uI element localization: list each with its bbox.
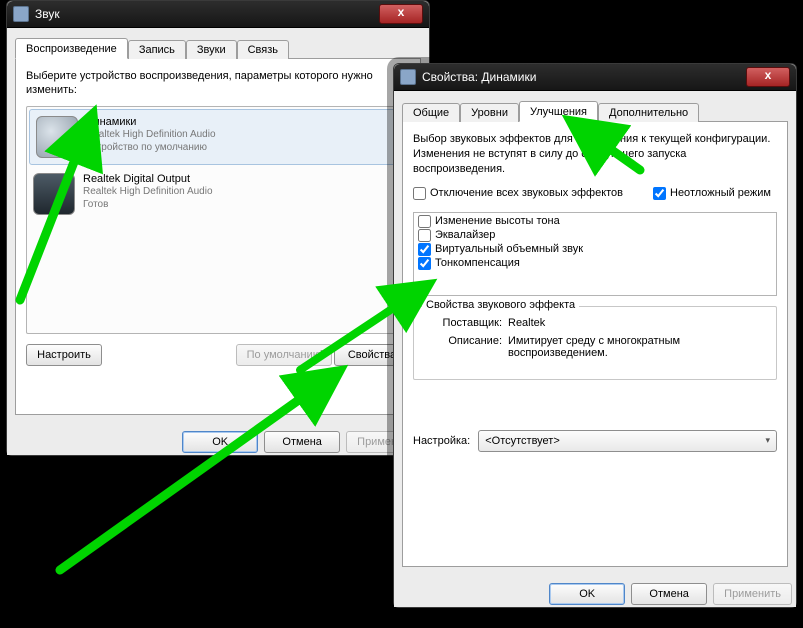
effect-equalizer[interactable]: Эквалайзер (416, 229, 774, 242)
tab-levels[interactable]: Уровни (460, 103, 519, 122)
ok-button[interactable]: OK (182, 431, 258, 453)
set-default-button[interactable]: По умолчанию (236, 344, 332, 366)
effect-loudness-checkbox[interactable] (418, 257, 431, 270)
close-icon[interactable]: x (746, 67, 790, 87)
properties-dialog: Свойства: Динамики x Общие Уровни Улучше… (393, 63, 797, 608)
sound-tabstrip: Воспроизведение Запись Звуки Связь (15, 36, 421, 58)
effects-list[interactable]: Изменение высоты тона Эквалайзер Виртуал… (413, 212, 777, 296)
effect-loudness[interactable]: Тонкомпенсация (416, 257, 774, 270)
setting-label: Настройка: (413, 435, 470, 447)
device-driver: Realtek High Definition Audio (86, 129, 216, 142)
speaker-device-icon (36, 116, 78, 158)
tab-general[interactable]: Общие (402, 103, 460, 122)
disable-all-effects[interactable]: Отключение всех звуковых эффектов (413, 187, 623, 200)
sound-dialog: Звук x Воспроизведение Запись Звуки Связ… (6, 0, 430, 456)
urgent-mode-label: Неотложный режим (670, 187, 771, 199)
setting-combo[interactable]: <Отсутствует> (478, 430, 777, 452)
enhancements-panel: Выбор звуковых эффектов для применения к… (402, 121, 788, 567)
disable-all-label: Отключение всех звуковых эффектов (430, 187, 623, 199)
device-status: Готов (83, 199, 213, 212)
apply-button[interactable]: Применить (713, 583, 792, 605)
sound-title: Звук (35, 7, 60, 21)
digital-output-icon (33, 173, 75, 215)
device-speakers[interactable]: Динамики Realtek High Definition Audio У… (29, 109, 407, 165)
provider-label: Поставщик: (424, 317, 502, 329)
device-list[interactable]: Динамики Realtek High Definition Audio У… (26, 106, 410, 334)
tab-comm[interactable]: Связь (237, 40, 289, 59)
speaker-icon (13, 6, 29, 22)
sound-titlebar[interactable]: Звук x (7, 1, 429, 28)
device-driver: Realtek High Definition Audio (83, 186, 213, 199)
playback-panel: Выберите устройство воспроизведения, пар… (15, 58, 421, 415)
effect-properties-legend: Свойства звукового эффекта (422, 299, 579, 311)
default-check-icon (61, 141, 81, 161)
enhancements-description: Выбор звуковых эффектов для применения к… (413, 132, 777, 177)
device-digital-output[interactable]: Realtek Digital Output Realtek High Defi… (27, 167, 409, 221)
effect-virtual-surround[interactable]: Виртуальный объемный звук (416, 243, 774, 256)
urgent-mode[interactable]: Неотложный режим (653, 187, 771, 200)
ok-button[interactable]: OK (549, 583, 625, 605)
tab-sounds[interactable]: Звуки (186, 40, 237, 59)
speaker-icon (400, 69, 416, 85)
setting-value: <Отсутствует> (485, 435, 560, 447)
description-value: Имитирует среду с многократным воспроизв… (508, 335, 766, 359)
tab-advanced[interactable]: Дополнительно (598, 103, 699, 122)
effect-properties-group: Свойства звукового эффекта Поставщик: Re… (413, 306, 777, 380)
cancel-button[interactable]: Отмена (631, 583, 707, 605)
device-status: Устройство по умолчанию (86, 142, 216, 155)
configure-button[interactable]: Настроить (26, 344, 102, 366)
tab-recording[interactable]: Запись (128, 40, 186, 59)
effect-label: Виртуальный объемный звук (435, 243, 583, 255)
cancel-button[interactable]: Отмена (264, 431, 340, 453)
tab-enhancements[interactable]: Улучшения (519, 101, 598, 122)
effect-equalizer-checkbox[interactable] (418, 229, 431, 242)
provider-value: Realtek (508, 317, 766, 329)
playback-instruction: Выберите устройство воспроизведения, пар… (26, 69, 410, 98)
effect-label: Эквалайзер (435, 229, 495, 241)
properties-titlebar[interactable]: Свойства: Динамики x (394, 64, 796, 91)
urgent-mode-checkbox[interactable] (653, 187, 666, 200)
effect-pitch[interactable]: Изменение высоты тона (416, 215, 774, 228)
effect-label: Изменение высоты тона (435, 215, 560, 227)
effect-virtual-surround-checkbox[interactable] (418, 243, 431, 256)
effect-label: Тонкомпенсация (435, 257, 520, 269)
description-label: Описание: (424, 335, 502, 359)
properties-title: Свойства: Динамики (422, 70, 536, 84)
tab-playback[interactable]: Воспроизведение (15, 38, 128, 59)
device-name: Realtek Digital Output (83, 173, 213, 187)
disable-all-checkbox[interactable] (413, 187, 426, 200)
close-icon[interactable]: x (379, 4, 423, 24)
device-name: Динамики (86, 116, 216, 130)
properties-tabstrip: Общие Уровни Улучшения Дополнительно (402, 99, 788, 121)
effect-pitch-checkbox[interactable] (418, 215, 431, 228)
